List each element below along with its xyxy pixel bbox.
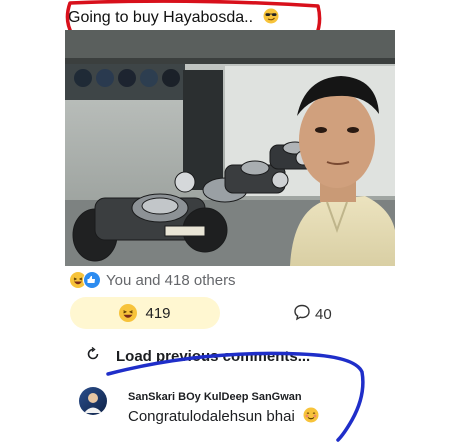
load-previous-comments[interactable]: Load previous comments... (86, 346, 311, 365)
haha-count: 419 (145, 304, 171, 322)
blush-emoji-icon (303, 407, 319, 427)
comment-author[interactable]: SanSkari BOy KulDeep SanGwan (128, 391, 302, 403)
comment-body: Congratulodalehsun bhai (128, 407, 319, 427)
refresh-icon (86, 346, 100, 365)
post-photo[interactable] (65, 30, 395, 266)
avatar[interactable] (79, 387, 107, 415)
like-reaction-icon (83, 271, 101, 289)
comment-text: Congratulodalehsun bhai (128, 408, 295, 425)
comment-count-button[interactable]: 40 (293, 303, 332, 325)
reactions-summary[interactable]: You and 418 others (70, 270, 236, 290)
reactions-summary-text: You and 418 others (106, 271, 236, 289)
comment-count: 40 (315, 305, 332, 323)
comment-bubble-icon (293, 303, 311, 325)
haha-reaction-button[interactable]: 419 (70, 297, 220, 329)
haha-reaction-icon (119, 304, 138, 322)
load-previous-label: Load previous comments... (116, 347, 311, 365)
